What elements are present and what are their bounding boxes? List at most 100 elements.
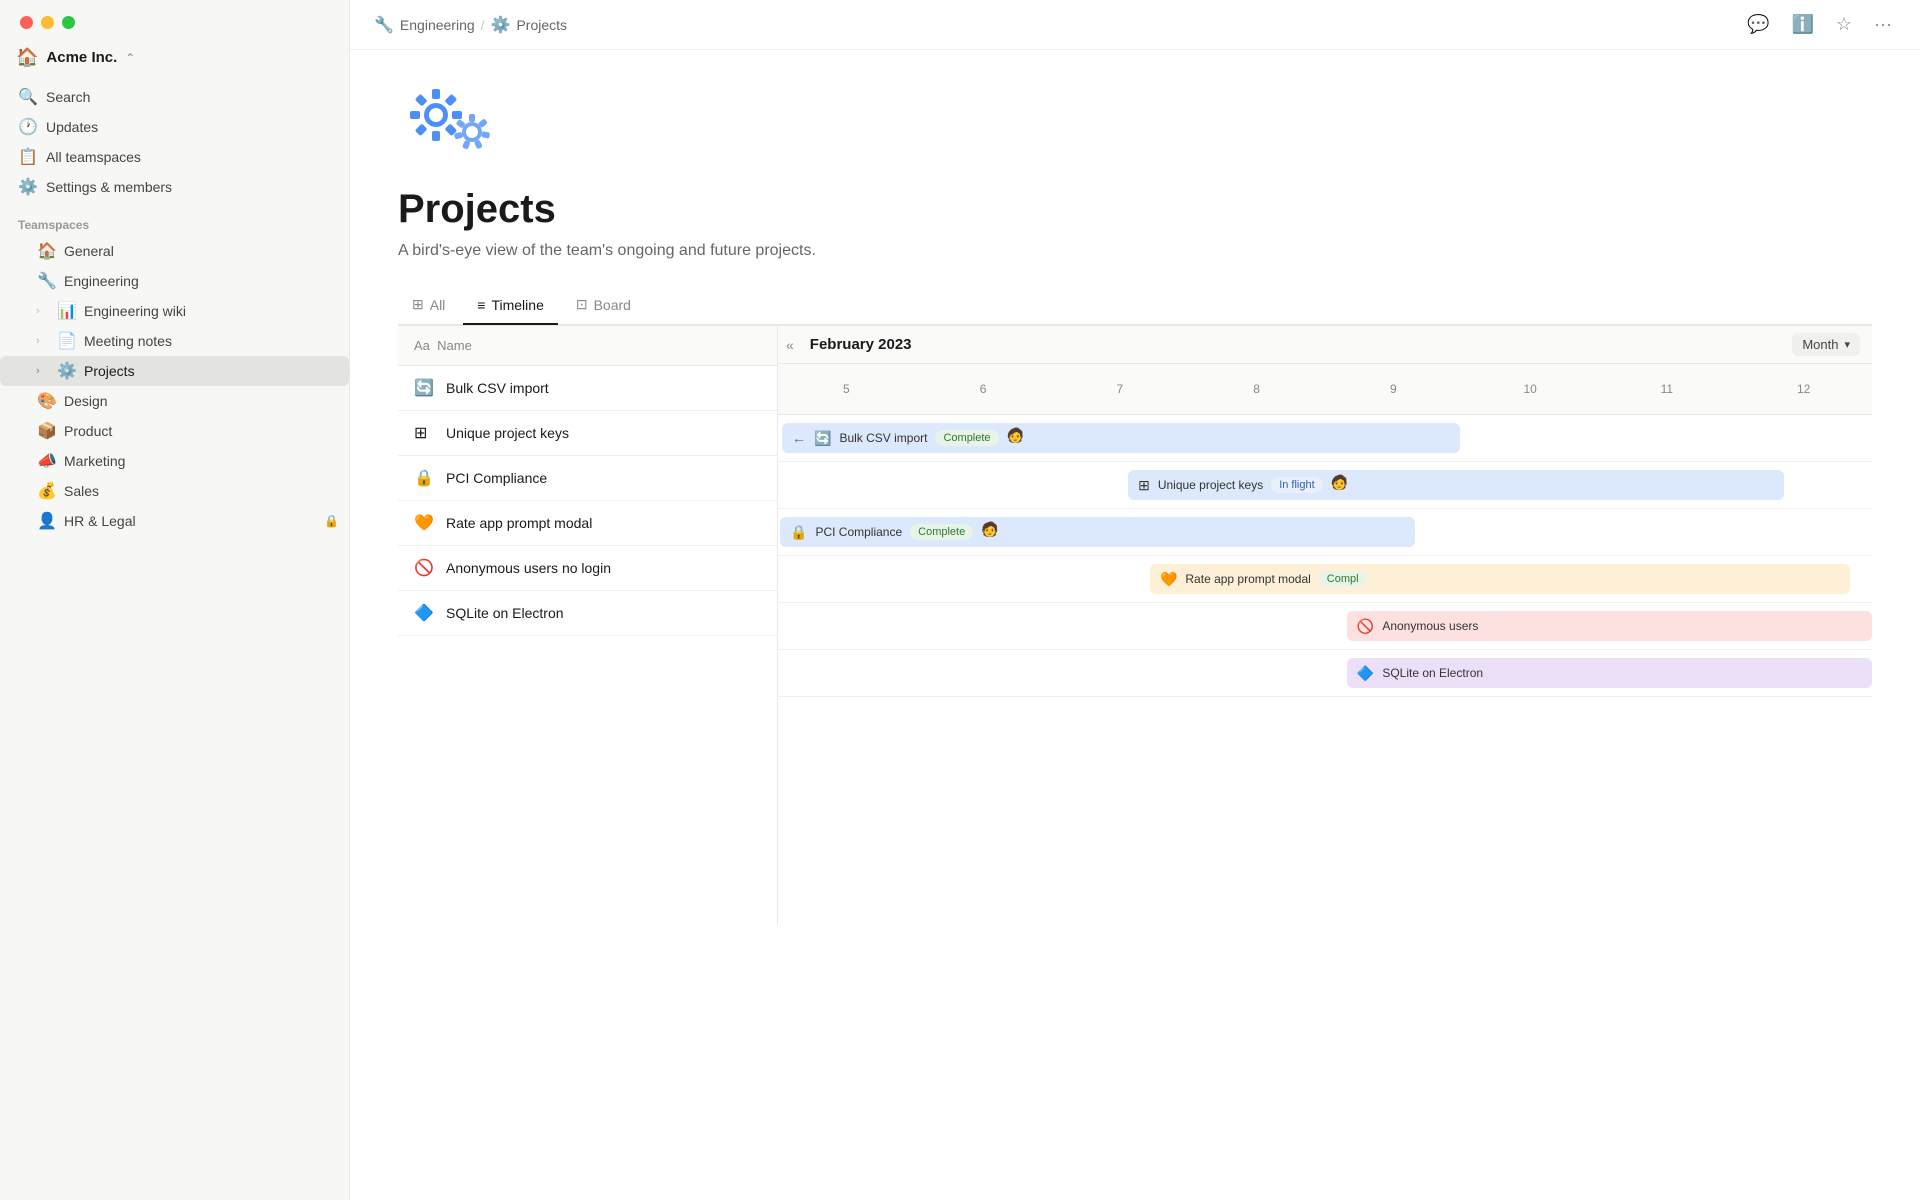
breadcrumb-engineering-icon: 🔧 <box>374 15 394 35</box>
tab-timeline-label: Timeline <box>491 297 543 313</box>
bulk-csv-icon: 🔄 <box>414 378 436 398</box>
sidebar-item-marketing[interactable]: 📣 Marketing <box>0 446 349 476</box>
timeline-header: « February 2023 Month ▾ <box>778 326 1872 364</box>
table-row[interactable]: 🔒 PCI Compliance <box>398 456 777 501</box>
workspace-selector[interactable]: 🏠 Acme Inc. ⌃ <box>0 41 349 78</box>
sidebar-item-projects[interactable]: › ⚙️ Projects <box>0 356 349 386</box>
timeline-name-panel: Aa Name 🔄 Bulk CSV import ⊞ Unique proje… <box>398 326 778 925</box>
date-12: 12 <box>1735 372 1872 406</box>
sidebar-item-settings[interactable]: ⚙️ Settings & members <box>8 172 341 202</box>
pci-bar[interactable]: 🔒 PCI Compliance Complete 🧑 <box>780 517 1415 547</box>
tab-timeline-icon: ≡ <box>477 297 485 313</box>
workspace-chevron-icon: ⌃ <box>125 51 135 65</box>
marketing-icon: 📣 <box>36 451 58 471</box>
rate-app-bar[interactable]: 🧡 Rate app prompt modal Compl <box>1150 564 1850 594</box>
sidebar-item-general-label: General <box>64 243 339 259</box>
table-row[interactable]: ⊞ Unique project keys <box>398 411 777 456</box>
timeline-container: Aa Name 🔄 Bulk CSV import ⊞ Unique proje… <box>398 325 1872 925</box>
updates-icon: 🕐 <box>18 117 38 137</box>
date-9: 9 <box>1325 372 1462 406</box>
sidebar-item-sales[interactable]: 💰 Sales <box>0 476 349 506</box>
anon-bar[interactable]: 🚫 Anonymous users <box>1347 611 1872 641</box>
timeline-bar-row-sqlite: 🔷 SQLite on Electron <box>778 650 1872 697</box>
sidebar-item-meeting-notes[interactable]: › 📄 Meeting notes <box>0 326 349 356</box>
all-teamspaces-icon: 📋 <box>18 147 38 167</box>
sidebar-item-design[interactable]: 🎨 Design <box>0 386 349 416</box>
rate-app-icon: 🧡 <box>414 513 436 533</box>
pci-label: PCI Compliance <box>446 470 547 486</box>
sidebar-item-settings-label: Settings & members <box>46 179 331 195</box>
sqlite-icon: 🔷 <box>414 603 436 623</box>
timeline-name-header: Aa Name <box>398 326 777 366</box>
view-tabs: ⊞ All ≡ Timeline ⊡ Board <box>398 288 1872 325</box>
tab-timeline[interactable]: ≡ Timeline <box>463 288 558 325</box>
bulk-csv-bar[interactable]: ← 🔄 Bulk CSV import Complete 🧑 <box>782 423 1460 453</box>
rate-app-label: Rate app prompt modal <box>446 515 592 531</box>
date-10: 10 <box>1462 372 1599 406</box>
more-button[interactable]: ··· <box>1870 10 1896 39</box>
workspace-icon: 🏠 <box>16 47 38 68</box>
engineering-wiki-chevron-icon: › <box>36 305 50 317</box>
breadcrumb-engineering[interactable]: 🔧 Engineering <box>374 15 475 35</box>
pci-bar-label: PCI Compliance <box>815 525 902 539</box>
sidebar-item-engineering[interactable]: 🔧 Engineering <box>0 266 349 296</box>
pci-status-badge: Complete <box>910 524 973 540</box>
sidebar-item-meeting-notes-label: Meeting notes <box>84 333 339 349</box>
anon-icon: 🚫 <box>414 558 436 578</box>
settings-icon: ⚙️ <box>18 177 38 197</box>
sqlite-icon-bar: 🔷 <box>1357 665 1374 682</box>
sqlite-label: SQLite on Electron <box>446 605 564 621</box>
info-button[interactable]: ℹ️ <box>1787 10 1817 39</box>
table-row[interactable]: 🔄 Bulk CSV import <box>398 366 777 411</box>
sidebar-item-updates[interactable]: 🕐 Updates <box>8 112 341 142</box>
sidebar-item-all-teamspaces[interactable]: 📋 All teamspaces <box>8 142 341 172</box>
timeline-bar-row-unique-keys: ⊞ Unique project keys In flight 🧑 <box>778 462 1872 509</box>
sidebar-item-product[interactable]: 📦 Product <box>0 416 349 446</box>
sidebar: 🏠 Acme Inc. ⌃ 🔍 Search 🕐 Updates 📋 All t… <box>0 0 350 1200</box>
breadcrumb-projects-label: Projects <box>516 17 567 33</box>
traffic-light-red[interactable] <box>20 16 33 29</box>
collapse-button[interactable]: « <box>778 331 802 359</box>
tab-all[interactable]: ⊞ All <box>398 288 459 325</box>
comment-button[interactable]: 💬 <box>1743 10 1773 39</box>
meeting-notes-icon: 📄 <box>56 331 78 351</box>
rate-app-icon-bar: 🧡 <box>1160 571 1177 588</box>
sidebar-item-engineering-wiki[interactable]: › 📊 Engineering wiki <box>0 296 349 326</box>
sidebar-item-updates-label: Updates <box>46 119 331 135</box>
teamspaces-section-label: Teamspaces <box>0 206 349 236</box>
timeline-month-label: February 2023 <box>802 326 920 363</box>
star-button[interactable]: ☆ <box>1832 10 1856 39</box>
sidebar-tree: 🏠 General 🔧 Engineering › 📊 Engineering … <box>0 236 349 536</box>
month-selector[interactable]: Month ▾ <box>1792 333 1860 356</box>
sidebar-item-design-label: Design <box>64 393 339 409</box>
anon-icon-bar: 🚫 <box>1357 618 1374 635</box>
table-row[interactable]: 🔷 SQLite on Electron <box>398 591 777 636</box>
unique-keys-status-badge: In flight <box>1271 477 1322 493</box>
bulk-csv-icon-bar: 🔄 <box>814 430 831 447</box>
traffic-light-yellow[interactable] <box>41 16 54 29</box>
unique-keys-label: Unique project keys <box>446 425 569 441</box>
timeline-bar-row-pci: 🔒 PCI Compliance Complete 🧑 <box>778 509 1872 556</box>
sidebar-item-search-label: Search <box>46 89 331 105</box>
tab-board[interactable]: ⊡ Board <box>562 288 645 325</box>
bulk-csv-avatar: 🧑 <box>1007 427 1029 449</box>
tab-all-icon: ⊞ <box>412 296 424 313</box>
sidebar-nav: 🔍 Search 🕐 Updates 📋 All teamspaces ⚙️ S… <box>0 78 349 206</box>
table-row[interactable]: 🚫 Anonymous users no login <box>398 546 777 591</box>
table-row[interactable]: 🧡 Rate app prompt modal <box>398 501 777 546</box>
timeline-bar-row-anon: 🚫 Anonymous users <box>778 603 1872 650</box>
sqlite-bar[interactable]: 🔷 SQLite on Electron <box>1347 658 1872 688</box>
timeline-rows: ← 🔄 Bulk CSV import Complete 🧑 ⊞ Unique … <box>778 415 1872 697</box>
sidebar-item-general[interactable]: 🏠 General <box>0 236 349 266</box>
traffic-light-green[interactable] <box>62 16 75 29</box>
breadcrumb-projects[interactable]: ⚙️ Projects <box>491 15 568 35</box>
unique-keys-bar[interactable]: ⊞ Unique project keys In flight 🧑 <box>1128 470 1784 500</box>
timeline-bar-panel: « February 2023 Month ▾ 5 6 7 8 9 10 <box>778 326 1872 925</box>
sidebar-item-search[interactable]: 🔍 Search <box>8 82 341 112</box>
unique-keys-avatar: 🧑 <box>1331 474 1353 496</box>
unique-keys-icon: ⊞ <box>414 423 436 443</box>
bulk-csv-status-badge: Complete <box>935 430 998 446</box>
pci-icon-bar: 🔒 <box>790 524 807 541</box>
sidebar-item-hr-legal[interactable]: 👤 HR & Legal 🔒 <box>0 506 349 536</box>
bulk-csv-bar-label: Bulk CSV import <box>839 431 927 445</box>
